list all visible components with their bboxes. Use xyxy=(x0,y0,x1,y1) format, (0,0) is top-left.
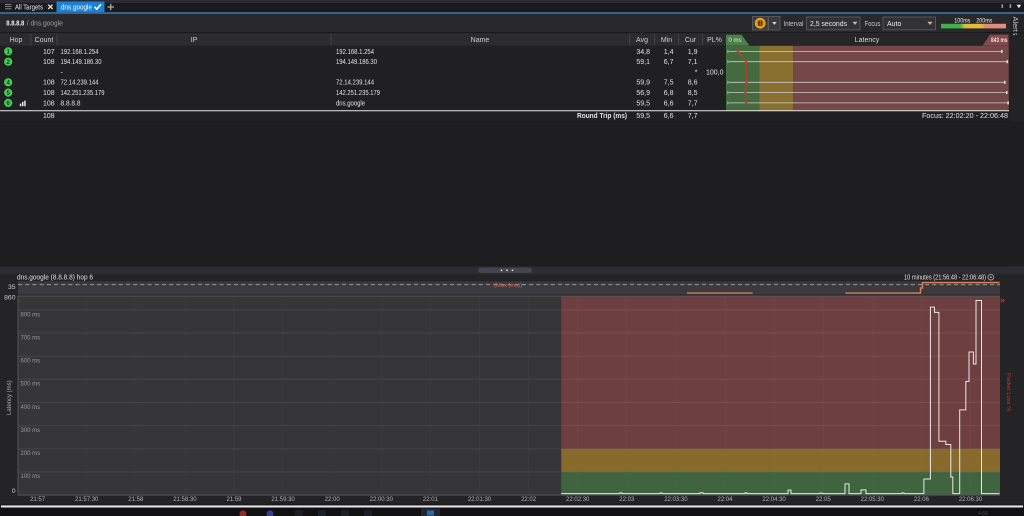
svg-text:22:01: 22:01 xyxy=(423,497,439,503)
svg-text:59,5: 59,5 xyxy=(636,113,650,120)
svg-text:7,5: 7,5 xyxy=(664,80,674,87)
svg-text:IP: IP xyxy=(191,37,198,44)
svg-text:21:58: 21:58 xyxy=(128,497,144,503)
svg-text:22:00:30: 22:00:30 xyxy=(370,497,394,503)
svg-text:192.168.1.254: 192.168.1.254 xyxy=(336,49,374,56)
svg-text:0: 0 xyxy=(12,488,16,495)
svg-text:1,4: 1,4 xyxy=(664,49,674,56)
svg-text:22:06: 22:06 xyxy=(914,497,930,503)
svg-text:22:00: 22:00 xyxy=(325,497,341,503)
svg-text:PL%: PL% xyxy=(707,37,722,44)
svg-text:Avg: Avg xyxy=(636,37,648,44)
svg-text:*: * xyxy=(695,69,698,76)
svg-text:860: 860 xyxy=(4,295,16,302)
svg-text:22:03:30: 22:03:30 xyxy=(664,497,688,503)
svg-text:108: 108 xyxy=(43,90,55,97)
svg-text:dns.google: dns.google xyxy=(336,100,365,107)
svg-text:400 ms: 400 ms xyxy=(21,405,41,411)
svg-text:108: 108 xyxy=(43,100,55,107)
svg-text:35: 35 xyxy=(8,284,16,291)
svg-text:800 ms: 800 ms xyxy=(21,312,41,318)
svg-text:59,5: 59,5 xyxy=(636,100,650,107)
svg-text:22:04:30: 22:04:30 xyxy=(762,497,786,503)
svg-text:22:02:30: 22:02:30 xyxy=(566,497,590,503)
svg-text:107: 107 xyxy=(43,49,55,56)
svg-text:72.14.239.144: 72.14.239.144 xyxy=(61,80,99,87)
svg-text:6,6: 6,6 xyxy=(664,100,674,107)
svg-text:Latency (ms): Latency (ms) xyxy=(7,380,13,415)
svg-text:22:05:30: 22:05:30 xyxy=(861,497,885,503)
svg-text:7,1: 7,1 xyxy=(688,59,698,66)
svg-text:1,9: 1,9 xyxy=(688,49,698,56)
svg-text:21:58:30: 21:58:30 xyxy=(173,497,197,503)
svg-text:8.8.8.8: 8.8.8.8 xyxy=(6,19,24,28)
svg-text:21:57:30: 21:57:30 xyxy=(75,497,99,503)
svg-text:2,5 seconds: 2,5 seconds xyxy=(810,21,847,28)
svg-text:108: 108 xyxy=(43,113,55,120)
svg-text:Round Trip (ms): Round Trip (ms) xyxy=(577,113,627,120)
svg-text:8,6: 8,6 xyxy=(688,80,698,87)
svg-text:108: 108 xyxy=(43,59,55,66)
svg-text:200ms: 200ms xyxy=(976,19,992,25)
svg-text:21:59: 21:59 xyxy=(226,497,242,503)
svg-text:Focus: Focus xyxy=(865,21,881,28)
svg-text:7,7: 7,7 xyxy=(688,113,698,120)
svg-text:(Max (ms)): (Max (ms)) xyxy=(494,283,522,289)
svg-text:10 minutes (21:56:48 - 22:06:4: 10 minutes (21:56:48 - 22:06:48) xyxy=(904,275,986,282)
svg-text:4:58: 4:58 xyxy=(978,511,988,516)
svg-text:6,6: 6,6 xyxy=(664,113,674,120)
svg-text:100ms: 100ms xyxy=(954,19,970,25)
svg-text:108: 108 xyxy=(43,80,55,87)
svg-text:Latency: Latency xyxy=(855,37,880,44)
svg-text:72.14.239.144: 72.14.239.144 xyxy=(336,80,374,87)
svg-text:34,8: 34,8 xyxy=(636,49,650,56)
svg-text:Cur: Cur xyxy=(685,37,697,44)
svg-text:6,8: 6,8 xyxy=(664,90,674,97)
svg-text:8,5: 8,5 xyxy=(688,90,698,97)
svg-text:142.251.235.179: 142.251.235.179 xyxy=(336,90,380,97)
svg-text:56,9: 56,9 xyxy=(636,90,650,97)
svg-text:843 ms: 843 ms xyxy=(991,38,1008,44)
svg-text:Packet Loss %: Packet Loss % xyxy=(1005,373,1011,411)
svg-text:22:01:30: 22:01:30 xyxy=(468,497,492,503)
svg-text:Min: Min xyxy=(661,37,672,44)
svg-text:6,7: 6,7 xyxy=(664,59,674,66)
svg-text:8.8.8.8: 8.8.8.8 xyxy=(61,100,81,107)
svg-text:700 ms: 700 ms xyxy=(21,336,41,342)
svg-text:0 ms: 0 ms xyxy=(729,38,742,44)
svg-text:22:05: 22:05 xyxy=(816,497,832,503)
svg-text:600 ms: 600 ms xyxy=(21,359,41,365)
svg-text:194.149.186.30: 194.149.186.30 xyxy=(61,59,102,66)
svg-text:22:04: 22:04 xyxy=(717,497,733,503)
svg-text:»: » xyxy=(1000,295,1005,305)
svg-text:22:02: 22:02 xyxy=(521,497,537,503)
svg-text:21:57: 21:57 xyxy=(30,497,46,503)
svg-text:200 ms: 200 ms xyxy=(21,451,41,457)
svg-text:59,9: 59,9 xyxy=(636,80,650,87)
svg-text:500 ms: 500 ms xyxy=(21,382,41,388)
svg-text:100,0: 100,0 xyxy=(706,69,724,76)
svg-text:21:59:30: 21:59:30 xyxy=(271,497,295,503)
svg-text:142.251.235.179: 142.251.235.179 xyxy=(61,90,105,97)
svg-text:59,1: 59,1 xyxy=(636,59,650,66)
svg-text:Auto: Auto xyxy=(887,21,902,28)
svg-text:Interval: Interval xyxy=(784,21,804,28)
svg-text:22:06:30: 22:06:30 xyxy=(959,497,983,503)
svg-text:/ dns.google: / dns.google xyxy=(27,19,63,28)
svg-text:dns.google: dns.google xyxy=(61,4,92,11)
svg-text:7,7: 7,7 xyxy=(688,100,698,107)
svg-text:Count: Count xyxy=(35,37,54,44)
svg-text:22:03: 22:03 xyxy=(619,497,635,503)
svg-text:194.149.186.30: 194.149.186.30 xyxy=(336,59,377,66)
svg-text:100 ms: 100 ms xyxy=(21,474,41,480)
svg-text:192.168.1.254: 192.168.1.254 xyxy=(61,49,99,56)
svg-text:Focus: 22:02:20 - 22:06:48: Focus: 22:02:20 - 22:06:48 xyxy=(922,113,1008,120)
svg-text:All Targets: All Targets xyxy=(15,4,43,11)
svg-text:Hop: Hop xyxy=(10,37,23,44)
svg-text:300 ms: 300 ms xyxy=(21,428,41,434)
svg-text:Name: Name xyxy=(471,37,490,44)
svg-text:dns.google (8.8.8.8) hop 6: dns.google (8.8.8.8) hop 6 xyxy=(17,275,93,282)
